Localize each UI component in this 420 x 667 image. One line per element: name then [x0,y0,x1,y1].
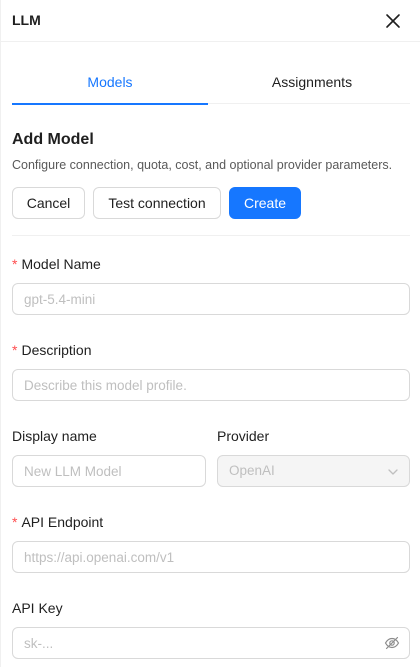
model-name-input[interactable] [12,283,410,315]
required-mark: * [12,514,18,530]
llm-drawer: LLM Models Assignments Add Model Configu… [0,0,420,667]
api-key-label: API Key [12,600,63,616]
close-icon [386,14,400,28]
provider-label: Provider [217,428,270,444]
description-label: * Description [12,342,92,358]
tab-models[interactable]: Models [12,62,208,105]
create-button[interactable]: Create [229,187,301,219]
section-divider [12,235,410,236]
drawer-header: LLM [1,0,420,42]
close-button[interactable] [383,11,403,31]
drawer-title: LLM [12,12,41,28]
display-name-input[interactable] [12,455,206,487]
tab-bar: Models Assignments [12,62,410,105]
model-name-label: * Model Name [12,256,101,272]
chevron-down-icon [388,469,398,475]
tab-assignments-label: Assignments [271,74,353,90]
display-name-label: Display name [12,428,97,444]
tab-assignments[interactable]: Assignments [214,62,410,104]
section-description: Configure connection, quota, cost, and o… [12,158,393,172]
cancel-button[interactable]: Cancel [12,187,85,219]
test-connection-button[interactable]: Test connection [93,187,221,219]
api-endpoint-input[interactable] [12,541,410,573]
api-endpoint-label: * API Endpoint [12,514,104,530]
api-key-input[interactable] [12,627,410,659]
tab-models-label: Models [87,74,133,90]
provider-value: OpenAI [229,463,275,478]
section-title: Add Model [12,131,94,148]
required-mark: * [12,256,18,272]
provider-select[interactable]: OpenAI [217,455,410,487]
tab-active-indicator [12,103,208,105]
eye-invisible-icon[interactable] [384,635,400,651]
required-mark: * [12,342,18,358]
description-input[interactable] [12,369,410,401]
